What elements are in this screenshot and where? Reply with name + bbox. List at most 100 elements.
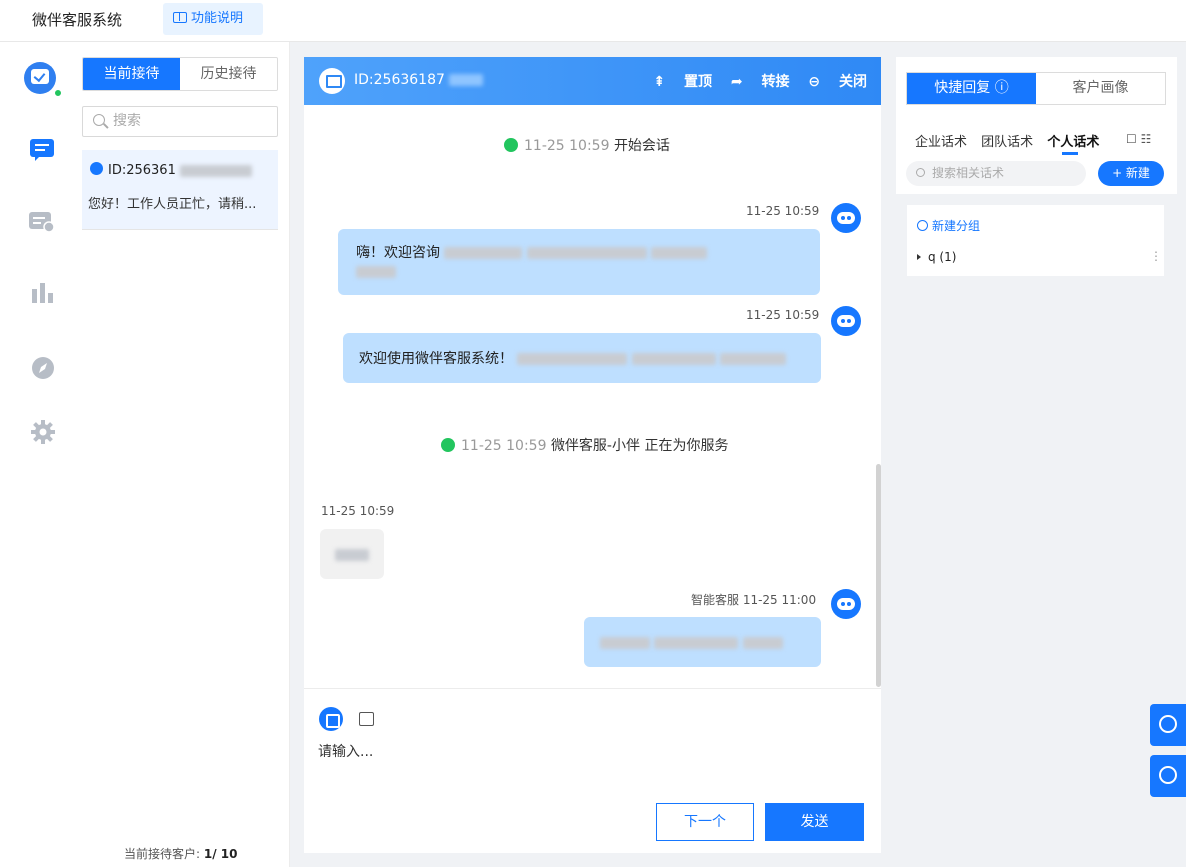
plus-circle-icon xyxy=(917,220,928,231)
tab-personal-scripts[interactable]: 个人话术 xyxy=(1047,135,1099,150)
redacted-text xyxy=(600,637,650,649)
system-message-start: 11-25 10:59 开始会话 xyxy=(504,135,670,155)
conversation-list-item[interactable]: ID:256361 您好！工作人员正忙，请稍... xyxy=(82,150,278,230)
redacted-text xyxy=(335,548,369,561)
queue-count: 当前接待客户: 1/ 10 xyxy=(124,845,237,862)
tab-enterprise-scripts[interactable]: 企业话术 xyxy=(915,135,967,150)
close-label: 关闭 xyxy=(839,74,867,90)
tab-current[interactable]: 当前接待 xyxy=(83,58,180,90)
quick-reply-icon[interactable] xyxy=(319,707,343,731)
conversation-search-input[interactable]: 搜索 xyxy=(82,106,278,137)
help-label: 功能说明 xyxy=(191,11,244,26)
chat-actions: ⇞ 置顶 ➦ 转接 ⊖ 关闭 xyxy=(639,71,867,91)
chat-scrollbar[interactable] xyxy=(876,464,881,687)
script-search-input[interactable]: 搜索相关话术 xyxy=(906,161,1086,186)
settings-icon[interactable] xyxy=(30,419,56,445)
group-label: q (1) xyxy=(928,250,957,264)
statistics-icon[interactable] xyxy=(30,281,56,305)
new-script-button[interactable]: + 新建 xyxy=(1098,161,1164,186)
redacted-text xyxy=(526,247,647,259)
view-toggle-icons[interactable]: ☐ ☷ xyxy=(1126,132,1151,146)
top-bar: 微伴客服系统 功能说明 xyxy=(0,0,1186,42)
message-input[interactable]: 请输入... xyxy=(318,741,373,761)
agent-avatar[interactable] xyxy=(24,62,56,94)
redacted-text xyxy=(654,637,739,649)
search-icon xyxy=(93,114,105,126)
help-circle-icon: ⓘ xyxy=(994,80,1009,96)
customer-id: ID:25636187 xyxy=(354,72,484,88)
redacted-text xyxy=(720,353,787,365)
message-bubble: 欢迎使用微伴客服系统！ xyxy=(343,333,821,383)
redacted-text xyxy=(449,74,484,86)
message-text: 欢迎使用微伴客服系统！ xyxy=(359,351,513,367)
queue-value: 1/ 10 xyxy=(203,847,238,861)
left-rail xyxy=(0,42,72,867)
headset-icon xyxy=(1159,766,1177,784)
new-group-button[interactable]: 新建分组 xyxy=(917,217,980,234)
message-bubble xyxy=(584,617,821,667)
next-button[interactable]: 下一个 xyxy=(656,803,754,841)
conversation-id: ID:256361 xyxy=(90,162,252,178)
quick-reply-panel: 快捷回复 ⓘ 客户画像 企业话术 团队话术 个人话术 ☐ ☷ 搜索相关话术 + … xyxy=(896,57,1177,194)
chat-header: ID:25636187 ⇞ 置顶 ➦ 转接 ⊖ 关闭 xyxy=(304,57,881,105)
status-icon xyxy=(504,138,518,152)
new-group-label: 新建分组 xyxy=(932,219,981,233)
send-button[interactable]: 发送 xyxy=(765,803,864,841)
bot-avatar-icon xyxy=(831,203,861,233)
message-bubble xyxy=(320,529,384,579)
message-center-icon[interactable] xyxy=(28,210,56,234)
pin-button[interactable]: ⇞ 置顶 xyxy=(653,74,712,90)
bot-avatar-icon xyxy=(831,589,861,619)
bot-avatar-icon xyxy=(831,306,861,336)
message-time: 11-25 10:59 xyxy=(746,308,820,322)
message-bubble: 嗨！欢迎咨询 xyxy=(338,229,820,295)
conversation-preview: 您好！工作人员正忙，请稍... xyxy=(88,197,257,212)
message-composer: 请输入... 下一个 发送 xyxy=(304,688,881,853)
check-icon xyxy=(31,69,49,84)
image-icon[interactable] xyxy=(359,712,374,726)
floating-support-button[interactable] xyxy=(1150,755,1186,797)
online-status-dot xyxy=(53,88,63,98)
monitor-icon xyxy=(319,68,345,94)
compass-icon[interactable] xyxy=(30,355,56,381)
chat-icon[interactable] xyxy=(29,138,55,162)
more-options-icon[interactable]: ⋮ xyxy=(1150,249,1162,263)
redacted-text xyxy=(517,353,628,365)
transfer-label: 转接 xyxy=(761,74,790,90)
script-group-item[interactable]: q (1) xyxy=(917,250,956,264)
system-text: 微伴客服-小伴 正在为你服务 xyxy=(550,438,729,454)
conversation-id-text: ID:256361 xyxy=(108,163,176,178)
tab-quick-reply-label: 快捷回复 xyxy=(934,80,991,96)
help-button[interactable]: 功能说明 xyxy=(163,3,263,35)
search-icon xyxy=(916,168,925,177)
chat-bubble-icon xyxy=(1159,715,1177,733)
book-icon xyxy=(173,12,187,23)
pin-label: 置顶 xyxy=(684,74,713,90)
conversation-panel: 当前接待 历史接待 搜索 ID:256361 您好！工作人员正忙，请稍... 当… xyxy=(72,42,290,867)
tab-customer-profile[interactable]: 客户画像 xyxy=(1036,73,1165,104)
search-placeholder: 搜索 xyxy=(113,113,141,129)
computer-icon xyxy=(90,162,103,175)
chat-panel: ID:25636187 ⇞ 置顶 ➦ 转接 ⊖ 关闭 11-25 10:59 开… xyxy=(304,57,881,853)
customer-id-text: ID:25636187 xyxy=(354,72,445,88)
tab-quick-reply[interactable]: 快捷回复 ⓘ xyxy=(907,73,1036,104)
redacted-text xyxy=(651,247,708,259)
script-group-panel: 新建分组 q (1) ⋮ xyxy=(907,205,1164,276)
system-time: 11-25 10:59 xyxy=(461,438,547,454)
app-title: 微伴客服系统 xyxy=(32,11,123,29)
message-time: 智能客服 11-25 11:00 xyxy=(691,593,817,607)
system-time: 11-25 10:59 xyxy=(524,138,610,154)
tab-team-scripts[interactable]: 团队话术 xyxy=(981,135,1033,150)
close-button[interactable]: ⊖ 关闭 xyxy=(808,74,867,90)
message-time: 11-25 10:59 xyxy=(746,204,820,218)
tab-history[interactable]: 历史接待 xyxy=(180,58,277,90)
redacted-text xyxy=(631,353,716,365)
side-tabs: 快捷回复 ⓘ 客户画像 xyxy=(906,72,1166,105)
message-text: 嗨！欢迎咨询 xyxy=(356,245,440,261)
system-message-assigned: 11-25 10:59 微伴客服-小伴 正在为你服务 xyxy=(441,435,728,455)
floating-chat-button[interactable] xyxy=(1150,704,1186,746)
transfer-button[interactable]: ➦ 转接 xyxy=(731,74,790,90)
redacted-text xyxy=(356,266,396,278)
active-tab-indicator xyxy=(1062,152,1078,155)
search-placeholder: 搜索相关话术 xyxy=(932,166,1005,180)
